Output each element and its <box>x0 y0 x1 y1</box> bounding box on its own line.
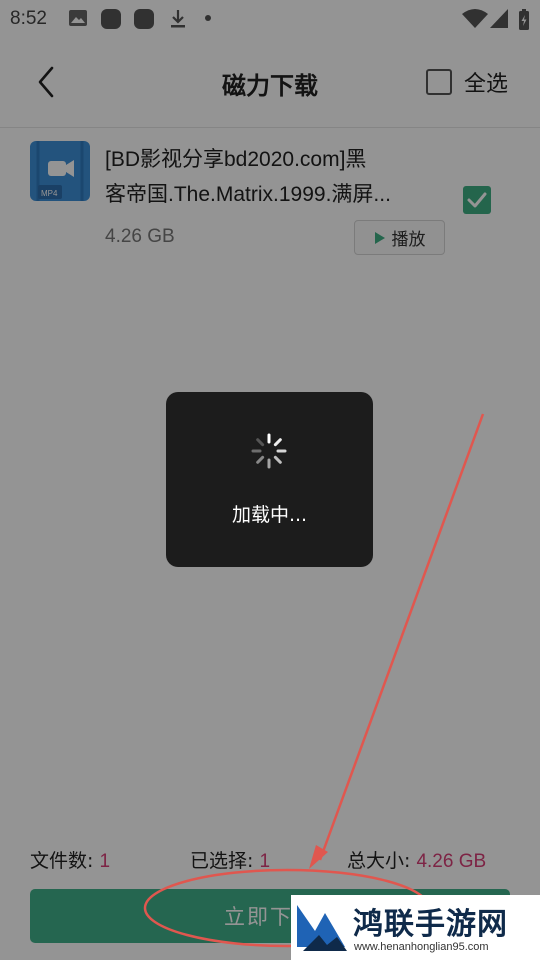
watermark-url: www.henanhonglian95.com <box>354 941 489 953</box>
watermark: 鸿联手游网 www.henanhonglian95.com <box>291 895 540 960</box>
loading-text: 加载中... <box>231 504 308 526</box>
watermark-logo-icon <box>297 905 347 951</box>
loading-dialog: 加载中... <box>166 392 373 567</box>
watermark-title: 鸿联手游网 <box>353 907 508 942</box>
spinner-icon <box>251 433 287 469</box>
